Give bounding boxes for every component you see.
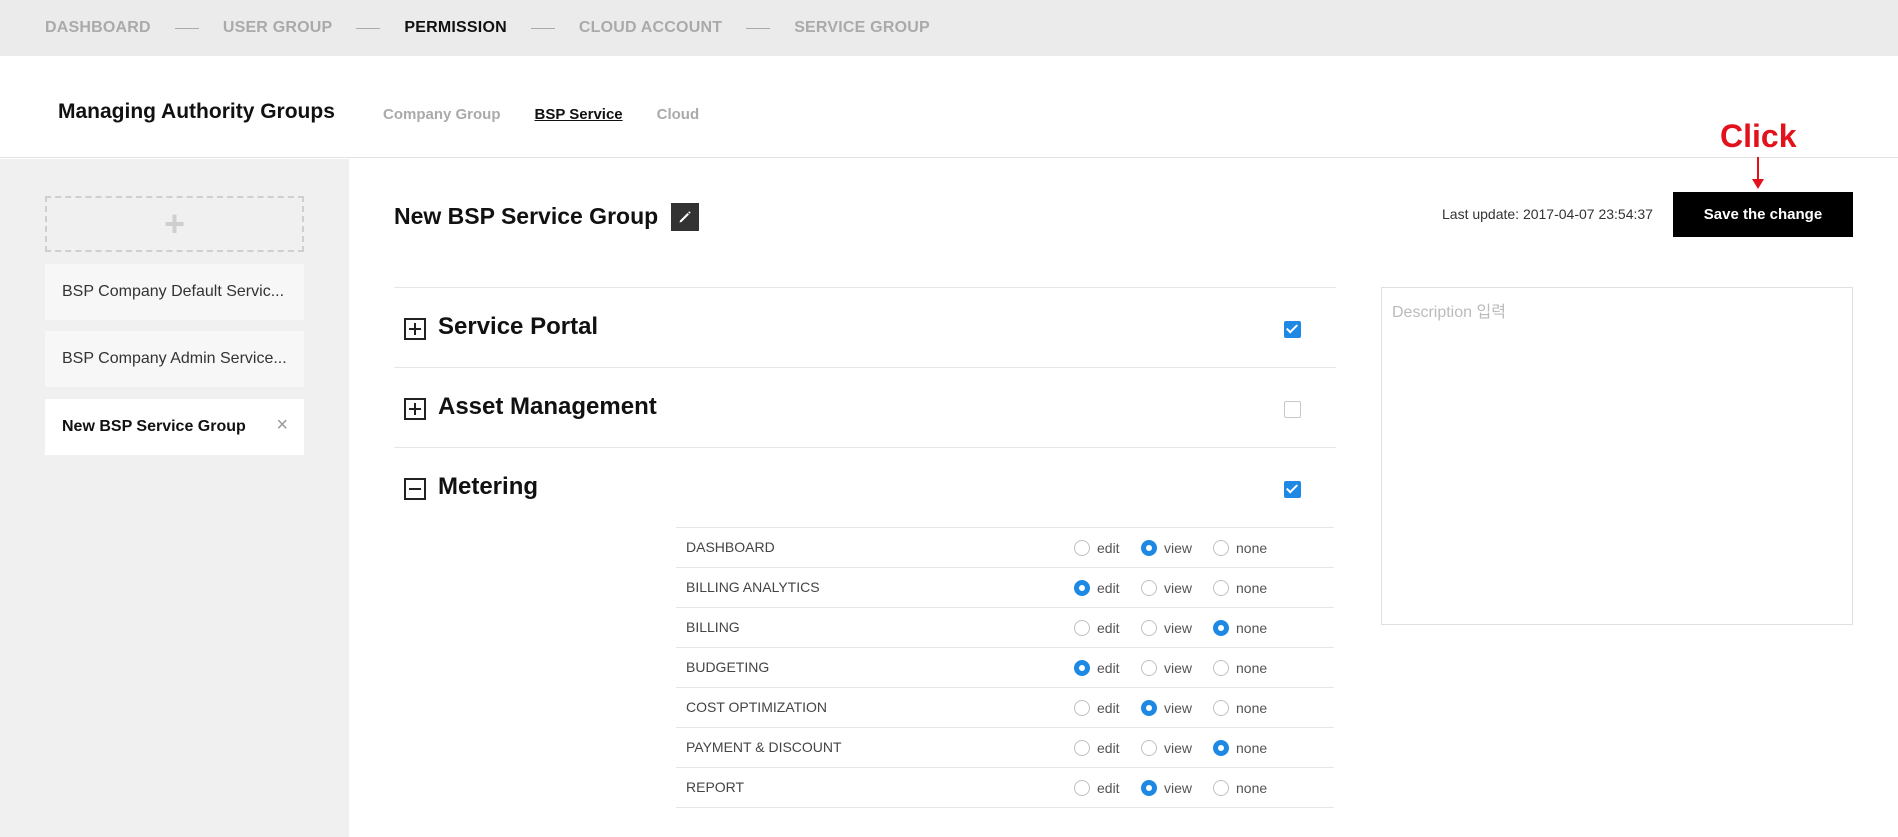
section-title: Asset Management [438,393,657,420]
permission-label: COST OPTIMIZATION [686,699,828,715]
page-title: Managing Authority Groups [58,100,335,123]
step-navigation: DASHBOARD USER GROUP PERMISSION CLOUD AC… [0,0,1898,56]
group-name-title: New BSP Service Group [394,203,659,229]
radio-edit[interactable]: edit [1074,620,1120,636]
radio-none[interactable]: none [1213,580,1267,596]
save-button[interactable]: Save the change [1673,192,1853,237]
tab-bsp-service[interactable]: BSP Service [535,106,623,123]
section-service-portal: Service Portal [394,287,1336,367]
step-permission[interactable]: PERMISSION [404,19,506,37]
radio-edit[interactable]: edit [1074,540,1120,556]
group-sidebar: + BSP Company Default Servic... BSP Comp… [0,159,349,837]
step-cloud-account[interactable]: CLOUD ACCOUNT [579,19,722,37]
radio-none[interactable]: none [1213,700,1267,716]
radio-edit[interactable]: edit [1074,740,1120,756]
step-separator [746,27,771,29]
section-checkbox[interactable] [1284,321,1301,338]
permission-label: BILLING ANALYTICS [686,579,820,595]
step-service-group[interactable]: SERVICE GROUP [794,19,930,37]
section-checkbox[interactable] [1284,401,1301,418]
sidebar-item-label: BSP Company Admin Service... [62,350,287,367]
radio-view[interactable]: view [1141,700,1192,716]
permission-label: DASHBOARD [686,539,775,555]
permission-label: REPORT [686,779,745,795]
section-checkbox[interactable] [1284,481,1301,498]
radio-view[interactable]: view [1141,660,1192,676]
radio-view[interactable]: view [1141,540,1192,556]
section-metering: Metering [394,447,1336,527]
close-icon[interactable]: × [276,414,288,437]
section-title: Service Portal [438,313,599,340]
radio-edit[interactable]: edit [1074,660,1120,676]
section-asset-management: Asset Management [394,367,1336,447]
tab-company-group[interactable]: Company Group [383,106,501,123]
sidebar-item-bsp-default[interactable]: BSP Company Default Servic... [45,264,304,320]
add-group-button[interactable]: + [45,196,304,252]
annotation-arrowhead [1752,179,1764,189]
radio-none[interactable]: none [1213,780,1267,796]
expand-icon[interactable] [404,398,426,420]
table-row: DASHBOARD edit view none [676,528,1334,568]
step-separator [174,27,199,29]
table-row: BILLING edit view none [676,608,1334,648]
section-title: Metering [438,473,539,500]
radio-edit[interactable]: edit [1074,700,1120,716]
permission-table: DASHBOARD edit view none BILLING ANALYTI… [676,527,1334,808]
last-update-text: Last update: 2017-04-07 23:54:37 [1442,206,1653,222]
sub-tabs: Company Group BSP Service Cloud [383,106,699,123]
table-row: COST OPTIMIZATION edit view none [676,688,1334,728]
table-row: REPORT edit view none [676,768,1334,808]
click-annotation: Click [1720,118,1797,154]
description-textarea[interactable] [1381,287,1853,625]
table-row: PAYMENT & DISCOUNT edit view none [676,728,1334,768]
permission-label: BILLING [686,619,740,635]
sidebar-item-bsp-admin[interactable]: BSP Company Admin Service... [45,331,304,387]
sidebar-item-label: New BSP Service Group [62,418,246,435]
radio-edit[interactable]: edit [1074,780,1120,796]
step-dashboard[interactable]: DASHBOARD [45,19,151,37]
permission-label: PAYMENT & DISCOUNT [686,739,842,755]
radio-none[interactable]: none [1213,660,1267,676]
radio-none[interactable]: none [1213,540,1267,556]
collapse-icon[interactable] [404,478,426,500]
edit-name-button[interactable] [671,203,699,231]
step-separator [356,27,381,29]
sidebar-item-new-bsp[interactable]: New BSP Service Group × [45,399,304,455]
sidebar-item-label: BSP Company Default Servic... [62,283,285,300]
radio-view[interactable]: view [1141,780,1192,796]
radio-view[interactable]: view [1141,620,1192,636]
radio-none[interactable]: none [1213,740,1267,756]
table-row: BILLING ANALYTICS edit view none [676,568,1334,608]
radio-none[interactable]: none [1213,620,1267,636]
tab-cloud[interactable]: Cloud [657,106,700,123]
permission-label: BUDGETING [686,659,770,675]
step-user-group[interactable]: USER GROUP [223,19,333,37]
radio-view[interactable]: view [1141,740,1192,756]
table-row: BUDGETING edit view none [676,648,1334,688]
expand-icon[interactable] [404,318,426,340]
radio-edit[interactable]: edit [1074,580,1120,596]
pencil-icon [679,211,691,223]
page-header: Managing Authority Groups Company Group … [0,56,1898,158]
step-separator [530,27,555,29]
radio-view[interactable]: view [1141,580,1192,596]
